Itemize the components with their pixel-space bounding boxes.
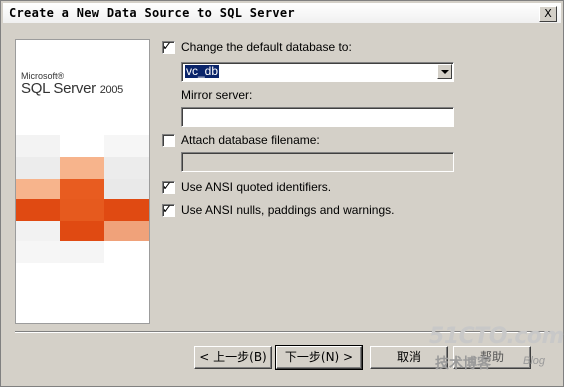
attach-db-label: Attach database filename: — [181, 133, 320, 147]
mirror-server-input[interactable] — [181, 107, 454, 127]
dialog-window: Create a New Data Source to SQL Server X… — [0, 0, 564, 387]
check-mark-icon: ✓ — [162, 179, 173, 193]
watermark-blog: Blog — [523, 355, 546, 367]
window-title: Create a New Data Source to SQL Server — [9, 6, 295, 20]
banner-tile — [16, 199, 60, 221]
banner-tile — [16, 179, 60, 199]
banner-tile — [60, 157, 104, 179]
brand-version: 2005 — [99, 84, 124, 96]
ansi-nulls-checkbox[interactable]: ✓ — [162, 202, 175, 217]
back-button[interactable]: < 上一步(B) — [194, 346, 272, 369]
database-combobox[interactable]: vc_db — [181, 62, 454, 82]
brand-logo: SQL Server 2005 — [21, 80, 123, 97]
banner-tile — [16, 135, 60, 157]
change-default-db-checkbox[interactable]: ✓ — [162, 39, 175, 54]
ansi-nulls-label: Use ANSI nulls, paddings and warnings. — [181, 203, 395, 217]
banner-tile — [60, 221, 104, 241]
next-button[interactable]: 下一步(N) > — [275, 345, 363, 370]
banner-tile — [104, 157, 149, 179]
banner-tile — [104, 135, 149, 157]
banner-tile — [104, 199, 149, 221]
database-value: vc_db — [185, 64, 220, 78]
banner-tile — [60, 241, 104, 263]
ansi-quoted-label: Use ANSI quoted identifiers. — [181, 180, 332, 194]
banner-tile — [60, 179, 104, 199]
dropdown-arrow-icon[interactable] — [437, 64, 452, 79]
banner-tile — [16, 241, 60, 263]
watermark-tagline: 技术博客 — [435, 356, 491, 372]
brand-product: SQL Server — [21, 80, 96, 97]
close-button[interactable]: X — [539, 6, 557, 22]
watermark-site: 51CTO.com — [429, 324, 564, 349]
check-mark-icon: ✓ — [162, 202, 173, 216]
change-default-db-label: Change the default database to: — [181, 40, 352, 54]
banner-tile — [104, 221, 149, 241]
product-banner: Microsoft® SQL Server 2005 — [15, 39, 150, 324]
attach-db-input — [181, 152, 454, 172]
mirror-server-label: Mirror server: — [181, 88, 253, 102]
banner-tile — [16, 221, 60, 241]
banner-tile — [104, 179, 149, 199]
title-bar: Create a New Data Source to SQL Server X — [3, 3, 561, 23]
attach-db-checkbox[interactable] — [162, 134, 175, 147]
check-mark-icon: ✓ — [162, 39, 173, 53]
banner-tile — [16, 157, 60, 179]
ansi-quoted-checkbox[interactable]: ✓ — [162, 179, 175, 194]
banner-tile — [60, 199, 104, 221]
